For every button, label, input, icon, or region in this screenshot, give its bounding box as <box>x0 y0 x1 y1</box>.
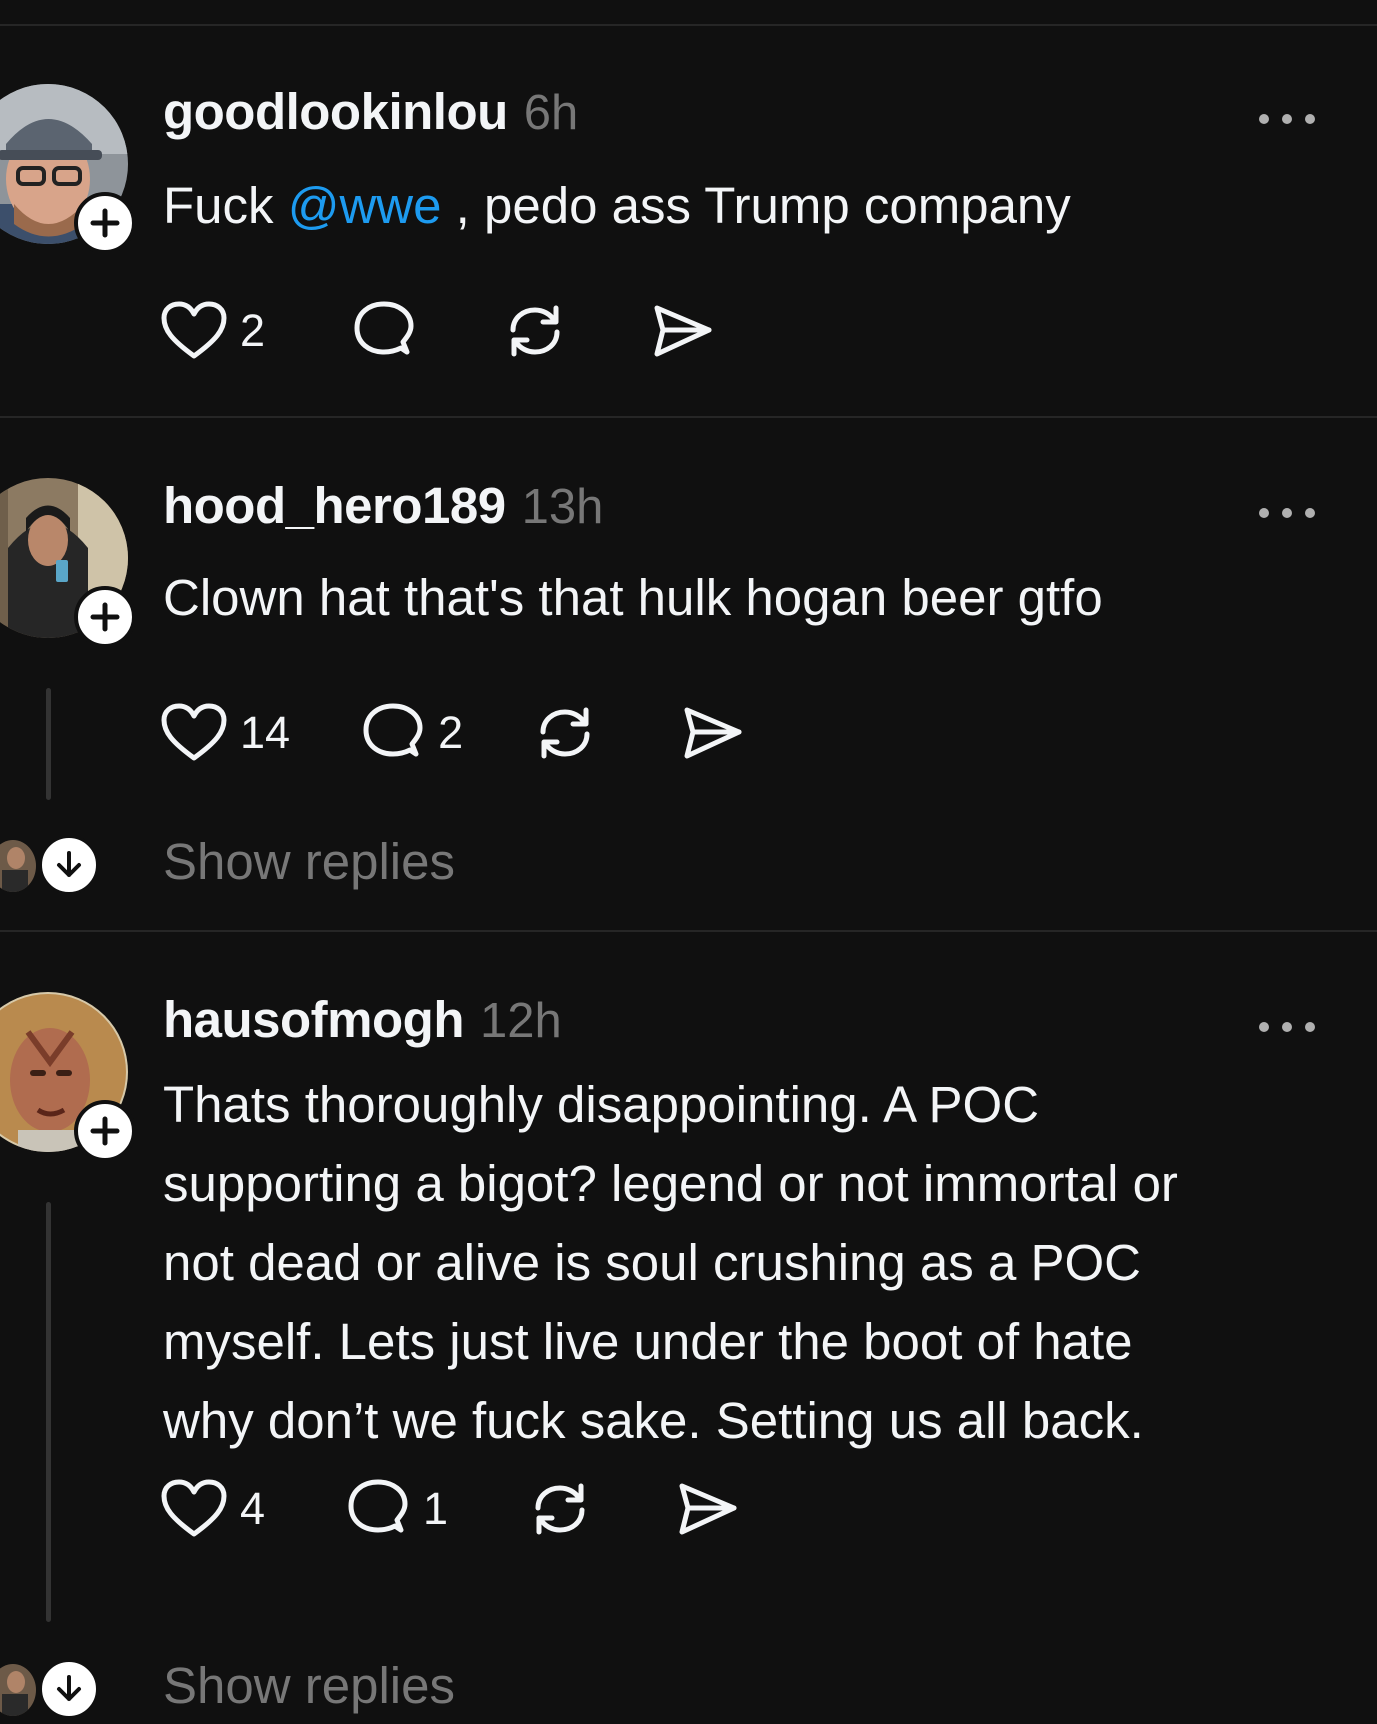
post-divider <box>0 930 1377 932</box>
show-replies-link[interactable]: Show replies <box>163 1656 455 1715</box>
heart-icon <box>161 1479 227 1537</box>
paper-plane-icon <box>684 707 742 759</box>
like-count: 4 <box>240 1483 266 1534</box>
plus-icon <box>90 602 120 632</box>
post-hood-hero189[interactable]: hood_hero189 13h Clown hat that's that h… <box>0 476 1377 938</box>
action-bar: 4 1 <box>160 1474 810 1544</box>
reply-button[interactable]: 1 <box>345 1478 448 1540</box>
post-text-line: not dead or alive is soul crushing as a … <box>163 1234 1142 1291</box>
ellipsis-icon <box>1259 1022 1315 1032</box>
post-text: Clown hat that's that hulk hogan beer gt… <box>163 569 1103 626</box>
paper-plane-icon <box>654 305 712 357</box>
action-bar: 2 <box>160 296 785 366</box>
reply-button[interactable] <box>351 300 417 362</box>
post-text-line: why don’t we fuck sake. Setting us all b… <box>163 1392 1144 1449</box>
timestamp: 12h <box>479 994 562 1048</box>
reply-avatar <box>0 840 36 892</box>
arrow-down-icon <box>57 1675 81 1701</box>
show-replies-row[interactable]: Show replies <box>0 1654 600 1724</box>
post-text-line: supporting a bigot? legend or not immort… <box>163 1155 1178 1212</box>
like-count: 2 <box>240 305 266 356</box>
like-button[interactable]: 4 <box>160 1478 265 1540</box>
ellipsis-icon <box>1259 114 1315 124</box>
heart-icon <box>161 301 227 359</box>
speech-bubble-icon <box>363 703 423 757</box>
repost-arrows-icon <box>540 707 590 759</box>
post-goodlookinlou[interactable]: goodlookinlou 6h Fuck @wwe , pedo ass Tr… <box>0 82 1377 414</box>
post-text-part: Fuck <box>163 177 288 234</box>
expand-replies-button[interactable] <box>39 835 99 895</box>
reply-count: 2 <box>438 707 464 758</box>
reply-button[interactable]: 2 <box>360 702 463 764</box>
like-button[interactable]: 14 <box>160 702 290 764</box>
show-replies-row[interactable]: Show replies <box>0 830 600 900</box>
timestamp: 13h <box>521 480 604 534</box>
username[interactable]: goodlookinlou <box>163 82 508 141</box>
mention-link[interactable]: @wwe <box>288 177 442 234</box>
username[interactable]: hausofmogh <box>163 990 464 1049</box>
thread-line <box>46 688 51 800</box>
plus-icon <box>90 1116 120 1146</box>
show-replies-link[interactable]: Show replies <box>163 832 455 891</box>
repost-button[interactable] <box>533 702 597 764</box>
thread-line <box>46 1202 51 1622</box>
more-options-button[interactable] <box>1256 1012 1318 1042</box>
heart-icon <box>161 703 227 761</box>
ellipsis-icon <box>1259 508 1315 518</box>
share-button[interactable] <box>651 300 715 362</box>
share-button[interactable] <box>681 702 745 764</box>
follow-button[interactable] <box>74 192 136 254</box>
follow-button[interactable] <box>74 586 136 648</box>
follow-button[interactable] <box>74 1100 136 1162</box>
reply-count: 1 <box>423 1483 449 1534</box>
like-button[interactable]: 2 <box>160 300 265 362</box>
speech-bubble-icon <box>354 301 414 355</box>
top-divider <box>0 24 1377 26</box>
speech-bubble-icon <box>348 1479 408 1533</box>
like-count: 14 <box>240 707 291 758</box>
more-options-button[interactable] <box>1256 104 1318 134</box>
plus-icon <box>90 208 120 238</box>
post-header: hausofmogh 12h <box>163 990 562 1050</box>
arrow-down-icon <box>57 851 81 877</box>
share-button[interactable] <box>676 1478 740 1540</box>
repost-arrows-icon <box>535 1483 585 1535</box>
post-hausofmogh[interactable]: hausofmogh 12h Thats thoroughly disappoi… <box>0 990 1377 1724</box>
post-text-part: , pedo ass Trump company <box>441 177 1071 234</box>
action-bar: 14 2 <box>160 698 815 768</box>
more-options-button[interactable] <box>1256 498 1318 528</box>
post-header: hood_hero189 13h <box>163 476 603 536</box>
post-header: goodlookinlou 6h <box>163 82 578 142</box>
repost-button[interactable] <box>528 1478 592 1540</box>
post-text-line: Thats thoroughly disappointing. A POC <box>163 1076 1040 1133</box>
paper-plane-icon <box>679 1483 737 1535</box>
timestamp: 6h <box>523 86 579 140</box>
post-divider <box>0 416 1377 418</box>
repost-button[interactable] <box>503 300 567 362</box>
post-text-line: myself. Lets just live under the boot of… <box>163 1313 1133 1370</box>
username[interactable]: hood_hero189 <box>163 476 506 535</box>
expand-replies-button[interactable] <box>39 1659 99 1719</box>
reply-avatar <box>0 1664 36 1716</box>
post-text: Fuck @wwe , pedo ass Trump company <box>163 166 1333 245</box>
post-text: Thats thoroughly disappointing. A POC su… <box>163 1065 1333 1460</box>
repost-arrows-icon <box>510 305 560 357</box>
